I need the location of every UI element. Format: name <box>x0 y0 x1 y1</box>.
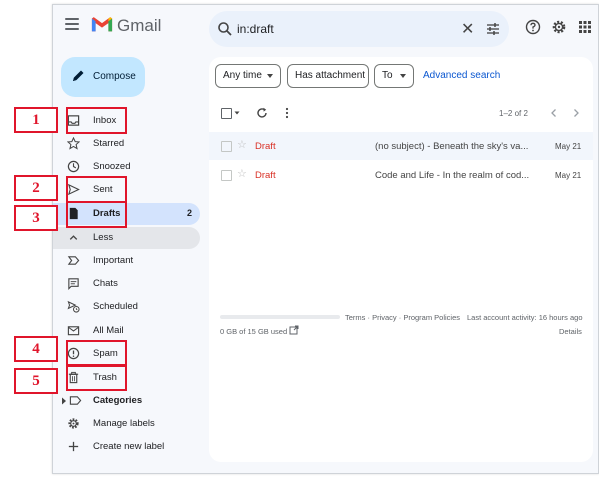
sidebar-item-label: Categories <box>93 395 143 406</box>
highlight-spam <box>66 340 127 367</box>
advanced-search-link[interactable]: Advanced search <box>423 70 500 81</box>
refresh-icon[interactable] <box>256 107 268 119</box>
annotation-marker-2: 2 <box>14 175 58 201</box>
sidebar-item-label: All Mail <box>93 325 124 336</box>
email-snippet: Code and Life - In the realm of cod... <box>375 170 530 181</box>
email-row[interactable]: ☆ Draft Code and Life - In the realm of … <box>209 161 593 189</box>
gear-icon <box>68 418 79 429</box>
dropdown-caret-icon <box>400 74 406 78</box>
pagination-text: 1–2 of 2 <box>499 109 528 118</box>
main-menu-icon[interactable] <box>65 18 79 30</box>
filter-label: Any time <box>223 70 262 81</box>
star-icon <box>67 137 80 150</box>
highlight-trash <box>66 364 127 391</box>
sidebar-item-starred[interactable]: Starred <box>53 133 203 155</box>
dropdown-caret-icon <box>267 74 273 78</box>
previous-page-icon[interactable] <box>549 108 559 118</box>
last-activity: Last account activity: 16 hours ago <box>467 313 583 322</box>
sidebar-item-label: Snoozed <box>93 161 131 172</box>
has-attachment-filter[interactable]: Has attachment <box>287 64 369 88</box>
search-icon[interactable] <box>217 21 233 37</box>
gmail-window: Gmail in:draft ✕ Compose Inbox Starred S… <box>52 4 599 474</box>
apps-grid-icon[interactable] <box>577 19 593 35</box>
scheduled-icon <box>67 300 80 313</box>
email-date: May 21 <box>555 142 582 151</box>
to-filter[interactable]: To <box>374 64 414 88</box>
highlight-sent <box>66 176 127 203</box>
important-icon <box>67 256 80 265</box>
sidebar-item-snoozed[interactable]: Snoozed <box>53 156 203 178</box>
mail-list-panel: Any time Has attachment To Advanced sear… <box>209 57 593 462</box>
email-date: May 21 <box>555 171 582 180</box>
search-input[interactable]: in:draft <box>237 22 274 36</box>
label-icon <box>69 396 82 405</box>
search-options-icon[interactable] <box>485 21 501 37</box>
annotation-marker-3: 3 <box>14 205 58 231</box>
search-bar[interactable]: in:draft ✕ <box>209 11 509 47</box>
any-time-filter[interactable]: Any time <box>215 64 281 88</box>
plus-icon <box>68 441 79 452</box>
sidebar-item-label: Less <box>93 232 114 243</box>
storage-bar <box>220 315 340 319</box>
sidebar-item-label: Chats <box>93 278 118 289</box>
sidebar-item-important[interactable]: Important <box>53 250 203 272</box>
sidebar-item-create-label[interactable]: Create new label <box>53 436 203 458</box>
email-sender: Draft <box>255 170 276 181</box>
filter-label: To <box>382 70 393 81</box>
highlight-drafts <box>66 201 127 228</box>
row-checkbox[interactable] <box>221 170 232 181</box>
star-icon[interactable]: ☆ <box>237 138 247 151</box>
next-page-icon[interactable] <box>571 108 581 118</box>
details-link[interactable]: Details <box>559 327 582 336</box>
filter-label: Has attachment <box>295 70 366 81</box>
compose-label: Compose <box>93 71 136 82</box>
highlight-inbox <box>66 107 127 134</box>
chat-icon <box>68 278 79 290</box>
email-snippet: (no subject) - Beneath the sky's va... <box>375 141 529 152</box>
annotation-marker-4: 4 <box>14 336 58 362</box>
expand-arrow-icon[interactable] <box>61 397 67 405</box>
select-dropdown-icon[interactable] <box>234 110 240 116</box>
compose-button[interactable]: Compose <box>61 57 145 97</box>
sidebar-item-label: Important <box>93 255 134 266</box>
star-icon[interactable]: ☆ <box>237 167 247 180</box>
clock-icon <box>67 160 80 173</box>
settings-gear-icon[interactable] <box>551 19 567 35</box>
chevron-up-icon <box>69 235 78 240</box>
select-all-checkbox[interactable] <box>221 108 232 119</box>
sidebar-item-label: Scheduled <box>93 301 138 312</box>
sidebar-item-all-mail[interactable]: All Mail <box>53 320 203 342</box>
footer-links[interactable]: Terms · Privacy · Program Policies <box>345 313 460 322</box>
gmail-logo-icon <box>91 17 113 32</box>
pencil-icon <box>73 70 84 81</box>
drafts-count: 2 <box>187 208 193 218</box>
row-checkbox[interactable] <box>221 141 232 152</box>
help-icon[interactable] <box>525 19 541 35</box>
open-storage-icon[interactable] <box>289 325 299 335</box>
header: Gmail in:draft ✕ <box>53 5 598 53</box>
more-options-icon[interactable] <box>285 107 289 119</box>
clear-search-icon[interactable]: ✕ <box>461 19 474 39</box>
storage-usage: 0 GB of 15 GB used <box>220 327 288 336</box>
app-name: Gmail <box>117 16 162 35</box>
email-row[interactable]: ☆ Draft (no subject) - Beneath the sky's… <box>209 132 593 160</box>
all-mail-icon <box>67 326 80 336</box>
sidebar-item-chats[interactable]: Chats <box>53 273 203 295</box>
email-sender: Draft <box>255 141 276 152</box>
sidebar-item-scheduled[interactable]: Scheduled <box>53 296 203 318</box>
sidebar-item-label: Create new label <box>93 441 165 452</box>
sidebar-item-less[interactable]: Less <box>53 227 200 249</box>
sidebar-item-label: Manage labels <box>93 418 155 429</box>
sidebar-item-manage-labels[interactable]: Manage labels <box>53 413 203 435</box>
annotation-marker-5: 5 <box>14 368 58 394</box>
annotation-marker-1: 1 <box>14 107 58 133</box>
sidebar-item-categories[interactable]: Categories <box>53 390 203 412</box>
sidebar-item-label: Starred <box>93 138 125 149</box>
